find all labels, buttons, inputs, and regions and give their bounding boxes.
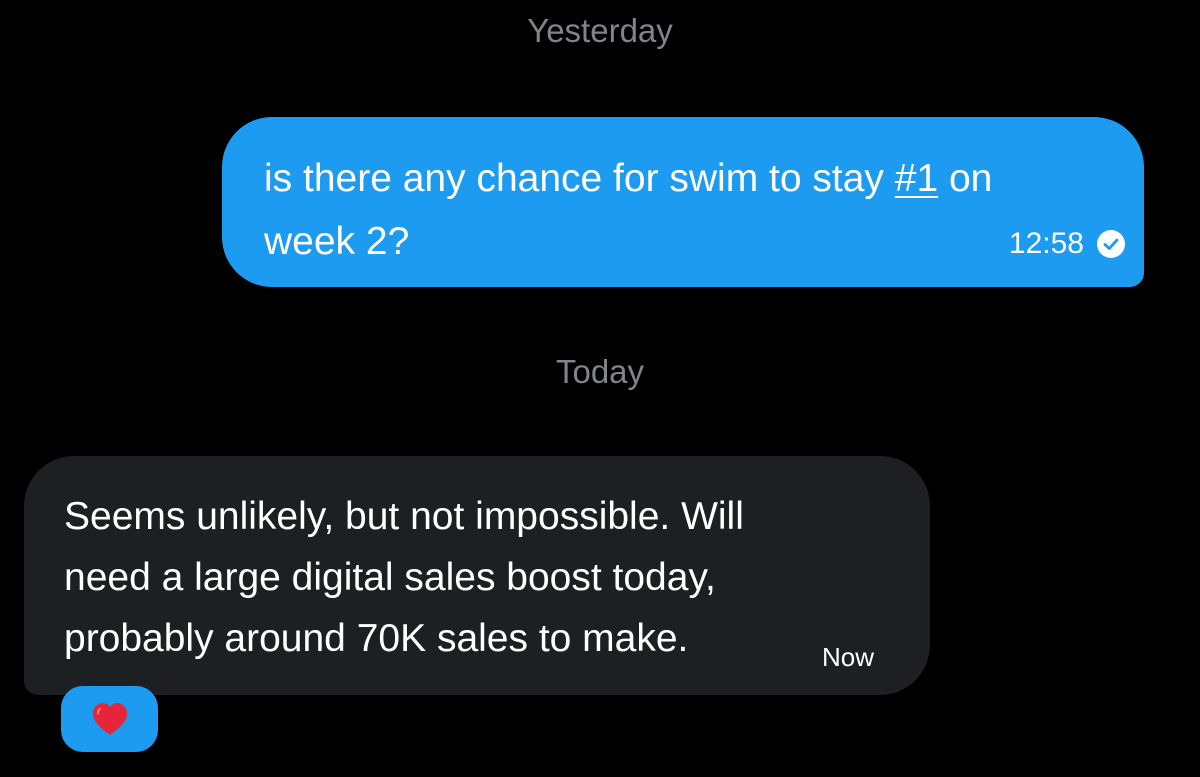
- received-message-timestamp: Now: [822, 642, 875, 672]
- date-separator-today: Today: [555, 353, 645, 390]
- sent-message-meta: 12:58: [1009, 227, 1126, 261]
- sent-message-text-end: on: [938, 157, 993, 200]
- received-message-bubble[interactable]: Seems unlikely, but not impossible. Will…: [24, 456, 930, 695]
- sent-message-bubble[interactable]: is there any chance for swim to stay #1 …: [222, 117, 1144, 287]
- date-separator-yesterday: Yesterday: [527, 12, 673, 49]
- heart-reaction-badge[interactable]: [61, 686, 158, 752]
- received-message-line-3: probably around 70K sales to make.: [64, 617, 689, 660]
- sent-message-line-2: week 2?: [264, 220, 410, 263]
- read-check-icon: [1097, 230, 1125, 258]
- red-heart-icon: [92, 703, 127, 735]
- hashtag-link[interactable]: #1: [895, 157, 938, 200]
- chat-screen: Yesterday is there any chance for swim t…: [0, 0, 1200, 777]
- sent-message-text: is there any chance for swim to stay #1 …: [264, 147, 1124, 273]
- received-message-text: Seems unlikely, but not impossible. Will…: [64, 486, 744, 669]
- sent-message-timestamp: 12:58: [1008, 227, 1084, 260]
- received-message-line-2: need a large digital sales boost today,: [64, 556, 716, 599]
- received-message-line-1: Seems unlikely, but not impossible. Will: [64, 495, 744, 538]
- sent-message-text-start: is there any chance for swim to stay: [264, 157, 895, 200]
- sent-message-line-1: is there any chance for swim to stay #1 …: [264, 147, 1124, 210]
